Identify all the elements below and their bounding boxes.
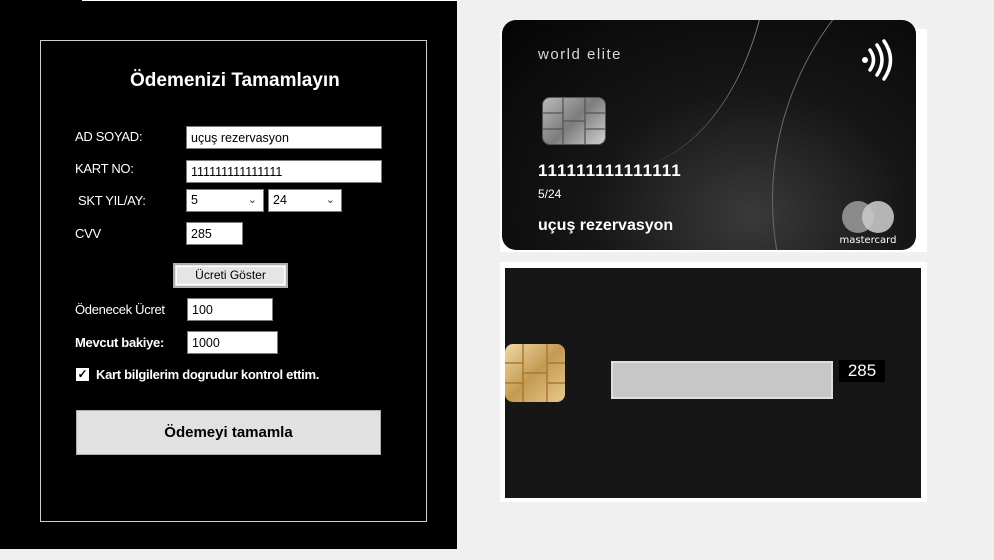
card-holder-display: uçuş rezervasyon [538, 217, 674, 234]
card-front: world elite 111111111111111 5/24 uçuş re… [502, 20, 916, 250]
chip-icon [505, 344, 565, 402]
card-number-display: 111111111111111 [538, 161, 682, 180]
chip-icon [542, 97, 606, 145]
mastercard-logo: mastercard [832, 198, 904, 246]
expiry-month-select[interactable]: 5 ⌄ [186, 189, 264, 212]
chip-lines [505, 344, 565, 402]
card-number-input[interactable] [186, 160, 382, 183]
signature-strip [611, 361, 833, 399]
payment-panel: Ödemenizi Tamamlayın AD SOYAD: KART NO: … [0, 0, 457, 549]
card-expiry-display: 5/24 [538, 187, 562, 201]
chip-lines [543, 98, 605, 144]
expiry-year-select[interactable]: 24 ⌄ [268, 189, 342, 212]
show-fee-button[interactable]: Ücreti Göster [173, 263, 288, 288]
chevron-down-icon: ⌄ [247, 194, 257, 206]
mastercard-circles: mastercard [840, 201, 897, 246]
expiry-label: SKT YIL/AY: [78, 193, 146, 208]
confirm-checkbox-label[interactable]: Kart bilgilerim dogrudur kontrol ettim. [96, 367, 319, 382]
expiry-month-value: 5 [191, 193, 198, 207]
card-decoration-arc [502, 20, 772, 170]
checkmark-icon: ✓ [77, 367, 88, 381]
chevron-down-icon: ⌄ [325, 194, 335, 206]
card-number-label: KART NO: [75, 161, 134, 176]
balance-input[interactable] [187, 331, 278, 354]
card-brand-text: world elite [538, 46, 623, 63]
cvv-label: CVV [75, 226, 101, 241]
card-back: 285 [505, 268, 921, 498]
mastercard-label: mastercard [840, 235, 897, 246]
complete-payment-button[interactable]: Ödemeyi tamamla [76, 410, 381, 455]
contactless-icon [862, 39, 893, 81]
fee-label: Ödenecek Ücret [75, 302, 165, 317]
confirm-checkbox[interactable]: ✓ [76, 368, 89, 381]
balance-label: Mevcut bakiye: [75, 335, 165, 350]
form-heading: Ödemenizi Tamamlayın [130, 70, 340, 91]
active-tab[interactable] [0, 0, 82, 8]
name-label: AD SOYAD: [75, 129, 143, 144]
cvv-display: 285 [839, 360, 885, 382]
name-input[interactable] [186, 126, 382, 149]
cvv-input[interactable] [186, 222, 243, 245]
fee-input[interactable] [187, 298, 273, 321]
expiry-year-value: 24 [273, 193, 287, 207]
